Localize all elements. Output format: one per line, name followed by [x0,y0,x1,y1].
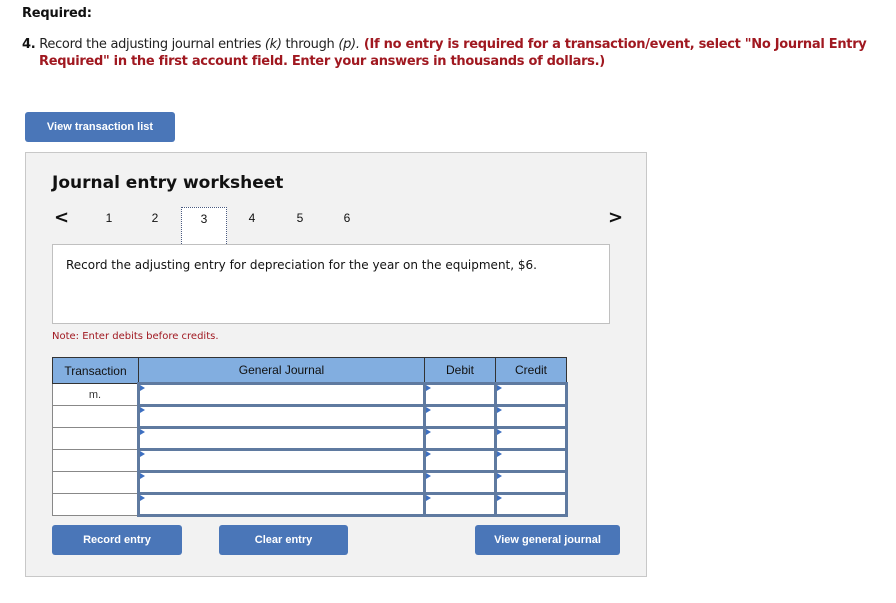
transaction-cell [52,427,139,450]
account-input[interactable] [137,448,426,473]
input-flag-icon [497,495,502,501]
account-input[interactable] [137,426,426,451]
view-general-journal-button[interactable]: View general journal [475,525,620,555]
transaction-description: Record the adjusting entry for depreciat… [66,258,537,272]
transaction-cell [52,405,139,428]
header-debit: Debit [424,357,496,384]
credit-input[interactable] [494,382,568,407]
credit-input[interactable] [494,448,568,473]
tab-4[interactable]: 4 [229,207,275,241]
debit-input[interactable] [423,382,497,407]
account-input[interactable] [137,404,426,429]
input-flag-icon [426,473,431,479]
account-input[interactable] [137,382,426,407]
debit-input[interactable] [423,448,497,473]
table-row [52,426,568,451]
debit-input[interactable] [423,470,497,495]
instruction-p: (p). [338,37,360,52]
header-general-journal: General Journal [138,357,425,384]
account-input[interactable] [137,492,426,517]
input-flag-icon [426,385,431,391]
transaction-cell: m. [52,383,139,406]
dropdown-flag-icon [140,451,145,457]
account-input[interactable] [137,470,426,495]
journal-entry-worksheet-panel: Journal entry worksheet < 1 2 3 4 5 6 > … [25,152,647,577]
dropdown-flag-icon [140,495,145,501]
tab-3[interactable]: 3 [181,207,227,244]
input-flag-icon [497,473,502,479]
dropdown-flag-icon [140,385,145,391]
worksheet-title: Journal entry worksheet [52,173,284,193]
input-flag-icon [426,451,431,457]
instruction-red-2: Required" in the first account field. En… [39,54,605,69]
input-flag-icon [426,495,431,501]
debit-input[interactable] [423,404,497,429]
input-flag-icon [426,407,431,413]
chevron-right-icon[interactable]: > [608,207,623,228]
debit-input[interactable] [423,492,497,517]
credit-input[interactable] [494,426,568,451]
transaction-description-box: Record the adjusting entry for depreciat… [52,244,610,324]
debit-input[interactable] [423,426,497,451]
header-credit: Credit [495,357,567,384]
table-row [52,492,568,517]
dropdown-flag-icon [140,429,145,435]
credit-input[interactable] [494,404,568,429]
tab-1[interactable]: 1 [86,207,132,241]
view-transaction-list-button[interactable]: View transaction list [25,112,175,142]
instruction-text: 4. Record the adjusting journal entries … [22,36,872,70]
table-row [52,470,568,495]
header-transaction: Transaction [52,357,139,384]
table-row [52,404,568,429]
tab-6[interactable]: 6 [324,207,370,241]
table-row [52,448,568,473]
chevron-left-icon[interactable]: < [54,207,69,228]
input-flag-icon [497,429,502,435]
table-row: m. [52,382,568,407]
input-flag-icon [497,451,502,457]
transaction-cell [52,449,139,472]
input-flag-icon [497,385,502,391]
instruction-k: (k) [264,37,282,52]
journal-entry-table: Transaction General Journal Debit Credit… [52,357,568,517]
instruction-plain: Record the adjusting journal entries [35,37,265,52]
instruction-red-1: (If no entry is required for a transacti… [359,37,867,52]
tab-5[interactable]: 5 [277,207,323,241]
clear-entry-button[interactable]: Clear entry [219,525,348,555]
credit-input[interactable] [494,492,568,517]
input-flag-icon [426,429,431,435]
credit-input[interactable] [494,470,568,495]
transaction-cell [52,493,139,516]
transaction-cell [52,471,139,494]
debits-note: Note: Enter debits before credits. [52,331,219,342]
record-entry-button[interactable]: Record entry [52,525,182,555]
input-flag-icon [497,407,502,413]
tab-2[interactable]: 2 [132,207,178,241]
instruction-through: through [281,37,339,52]
dropdown-flag-icon [140,473,145,479]
question-number: 4. [22,37,36,52]
required-label: Required: [22,6,92,21]
dropdown-flag-icon [140,407,145,413]
